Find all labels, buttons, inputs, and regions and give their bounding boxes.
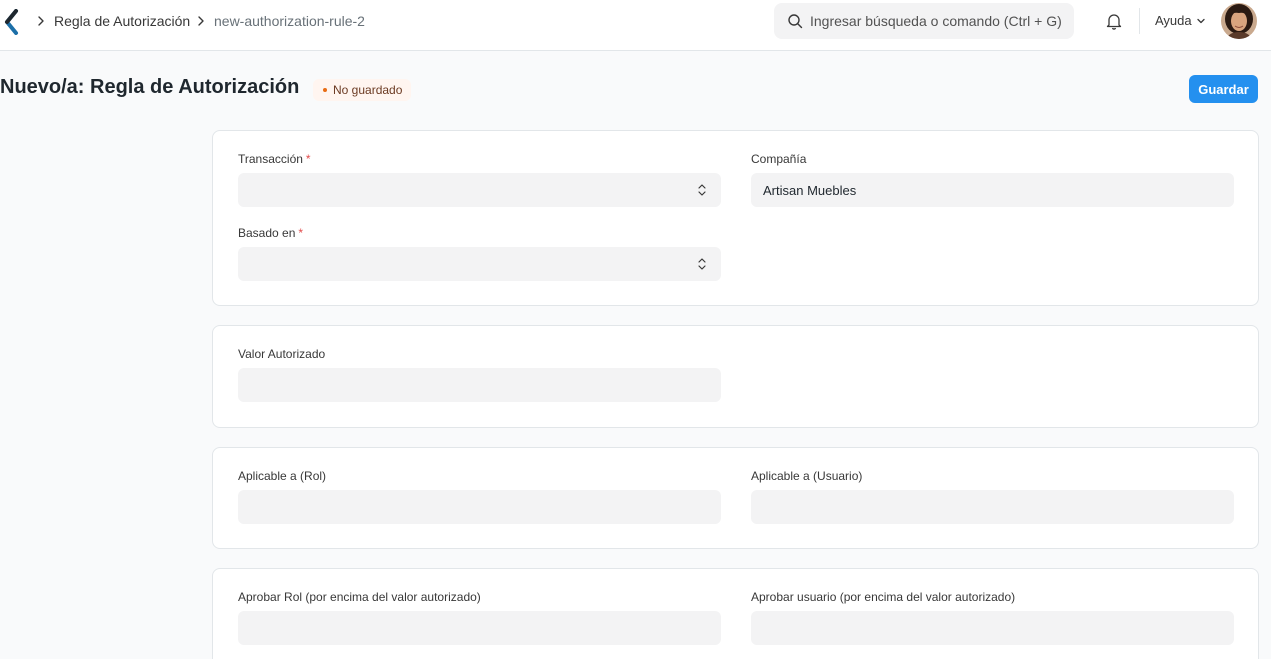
required-marker: * (298, 226, 304, 240)
applicable-user-label: Aplicable a (Usuario) (751, 469, 863, 483)
breadcrumb-document[interactable]: new-authorization-rule-2 (214, 12, 365, 30)
transaction-label: Transacción * (238, 152, 311, 166)
search-input[interactable] (810, 3, 1068, 39)
help-dropdown[interactable]: Ayuda (1155, 13, 1206, 28)
bell-icon[interactable] (1105, 12, 1123, 30)
value-field[interactable] (238, 368, 721, 402)
based-on-select[interactable] (238, 247, 721, 281)
chevron-down-icon (1196, 18, 1205, 23)
company-label: Compañía (751, 152, 807, 166)
based-on-label: Basado en * (238, 226, 304, 240)
navbar: Regla de Autorización new-authorization-… (0, 0, 1271, 51)
select-arrows-icon (698, 258, 706, 270)
required-marker: * (305, 152, 311, 166)
save-button[interactable]: Guardar (1189, 75, 1258, 103)
approving-role-field[interactable] (238, 611, 721, 645)
form-section-applicable: Aplicable a (Rol) Aplicable a (Usuario) (212, 447, 1259, 549)
value-label: Valor Autorizado (238, 347, 326, 361)
status-label: No guardado (333, 83, 403, 97)
form-section-value: Valor Autorizado (212, 325, 1259, 428)
navbar-divider (1139, 8, 1140, 34)
search-bar[interactable] (774, 3, 1074, 39)
approving-user-label: Aprobar usuario (por encima del valor au… (751, 590, 1016, 604)
approving-user-field[interactable] (751, 611, 1234, 645)
applicable-role-field[interactable] (238, 490, 721, 524)
app-logo-icon[interactable] (2, 9, 24, 35)
status-badge: No guardado (313, 79, 412, 101)
page-title: Nuevo/a: Regla de Autorización (0, 76, 300, 98)
applicable-user-field[interactable] (751, 490, 1234, 524)
help-label: Ayuda (1155, 13, 1192, 28)
chevron-right-icon (38, 16, 44, 26)
chevron-right-icon (198, 16, 204, 26)
breadcrumb-doctype[interactable]: Regla de Autorización (54, 12, 190, 30)
status-dot-icon (323, 88, 327, 92)
select-arrows-icon (698, 184, 706, 196)
user-avatar[interactable] (1221, 3, 1257, 39)
form-section-main: Transacción* Compañía Basado en* (212, 130, 1259, 306)
approving-role-label: Aprobar Rol (por encima del valor autori… (238, 590, 481, 604)
company-field[interactable] (751, 173, 1234, 207)
form-section-approving: Aprobar Rol (por encima del valor autori… (212, 568, 1259, 659)
transaction-select[interactable] (238, 173, 721, 207)
search-icon (788, 14, 803, 29)
applicable-role-label: Aplicable a (Rol) (238, 469, 327, 483)
